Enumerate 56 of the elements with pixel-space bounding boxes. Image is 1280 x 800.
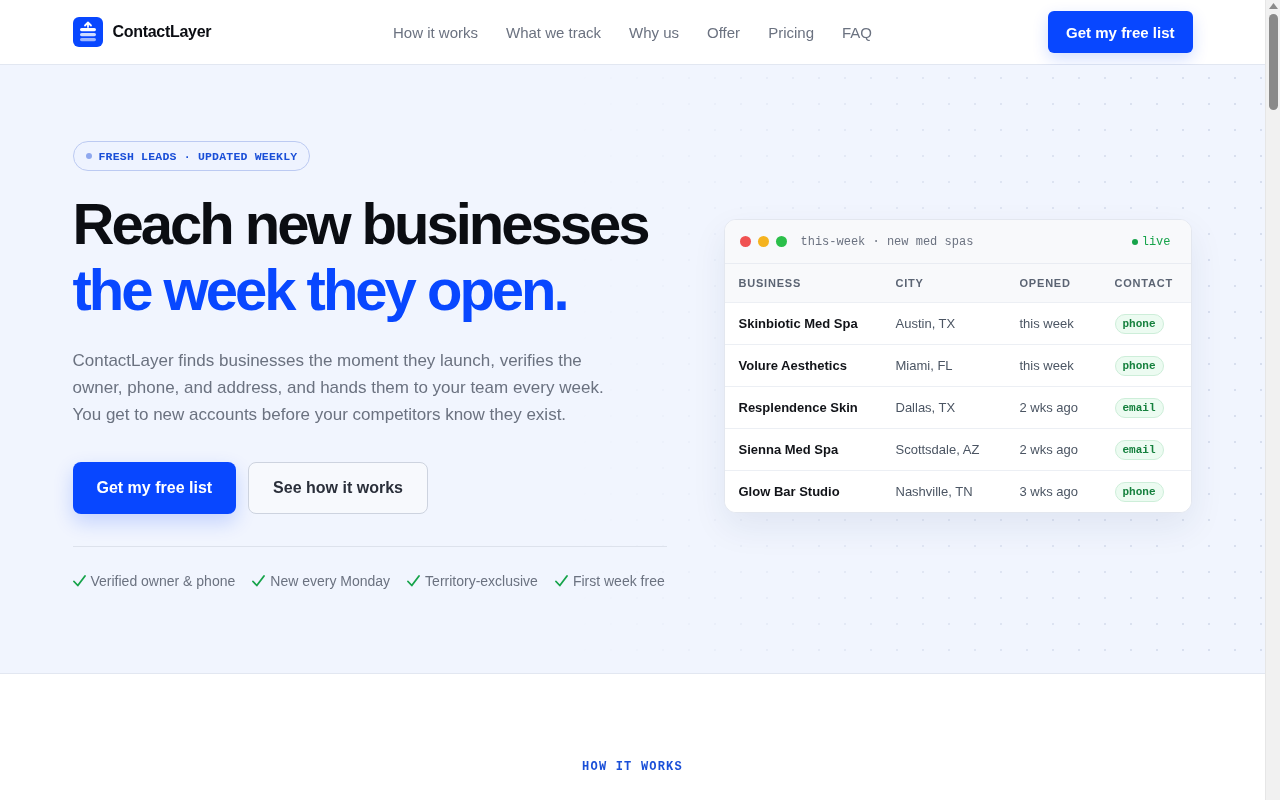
table-cell-text: Miami, FL <box>895 358 954 373</box>
table-cell-text: Scottsdale, AZ <box>895 442 981 457</box>
contact-tag: email <box>1114 439 1164 460</box>
column-header: OPENED <box>1019 277 1072 289</box>
contact-tag: phone <box>1114 355 1164 376</box>
logo-icon <box>72 17 103 47</box>
check-icon <box>407 575 421 587</box>
contact-tag: email <box>1114 397 1164 418</box>
nav-link[interactable]: Pricing <box>768 23 814 41</box>
hero-description: ContactLayer finds businesses the moment they launch, verifies the owner, phone, and address, and hands them to your team every week. You get to new accounts before your competitors know they exist. <box>72 350 605 426</box>
check-icon <box>554 575 568 587</box>
scroll-up-icon[interactable] <box>1268 3 1278 9</box>
window-controls-icon <box>739 236 787 247</box>
table-cell-text: Volure Aesthetics <box>738 358 848 373</box>
pill-dot-icon <box>85 153 92 159</box>
get-list-button[interactable]: Get my free list <box>1048 11 1193 53</box>
table-cell-text: this week <box>1019 358 1075 373</box>
check-icon <box>252 575 266 587</box>
section-eyebrow: HOW IT WORKS <box>582 760 683 776</box>
table-cell-text: 2 wks ago <box>1019 442 1080 457</box>
live-dot-icon <box>1131 238 1138 245</box>
contact-tag: phone <box>1114 313 1164 334</box>
feature-text: Territory-exclusive <box>425 573 538 589</box>
table-cell-text: Glow Bar Studio <box>738 484 841 499</box>
check-icon <box>72 575 86 587</box>
table-cell-text: 3 wks ago <box>1019 484 1080 499</box>
table-cell-text: Skinbiotic Med Spa <box>738 316 859 331</box>
get-list-button[interactable]: Get my free list <box>72 462 237 514</box>
feature-text: New every Monday <box>270 573 391 589</box>
column-header: CONTACT <box>1114 277 1175 289</box>
see-how-button[interactable]: See how it works <box>248 462 428 514</box>
live-status: live <box>1141 234 1171 249</box>
headline: Reach new businesses <box>72 191 648 257</box>
nav-link[interactable]: What we track <box>506 23 602 41</box>
nav-link[interactable]: FAQ <box>842 23 872 41</box>
column-header: BUSINESS <box>738 277 803 289</box>
nav-link[interactable]: Why us <box>629 23 680 41</box>
table-cell-text: Austin, TX <box>895 316 957 331</box>
table-title: this-week · new med spas <box>800 234 975 249</box>
table-cell-text: Resplendence Skin <box>738 400 859 415</box>
nav-link[interactable]: How it works <box>393 23 478 41</box>
contact-tag: phone <box>1114 481 1164 502</box>
feature-text: First week free <box>572 573 665 589</box>
table-cell-text: this week <box>1019 316 1075 331</box>
table-cell-text: Dallas, TX <box>895 400 957 415</box>
nav-link[interactable]: Offer <box>707 23 741 41</box>
headline-accent: the week they open. <box>72 257 568 323</box>
table-cell-text: 2 wks ago <box>1019 400 1080 415</box>
table-cell-text: Nashville, TN <box>895 484 974 499</box>
pill-text: FRESH LEADS · UPDATED WEEKLY <box>98 149 298 163</box>
feature-text: Verified owner & phone <box>90 573 236 589</box>
table-cell-text: Sienna Med Spa <box>738 442 840 457</box>
scrollbar-thumb[interactable] <box>1268 14 1278 110</box>
column-header: CITY <box>895 277 925 289</box>
scrollbar[interactable] <box>1265 0 1280 800</box>
brand-name: ContactLayer <box>112 23 212 41</box>
